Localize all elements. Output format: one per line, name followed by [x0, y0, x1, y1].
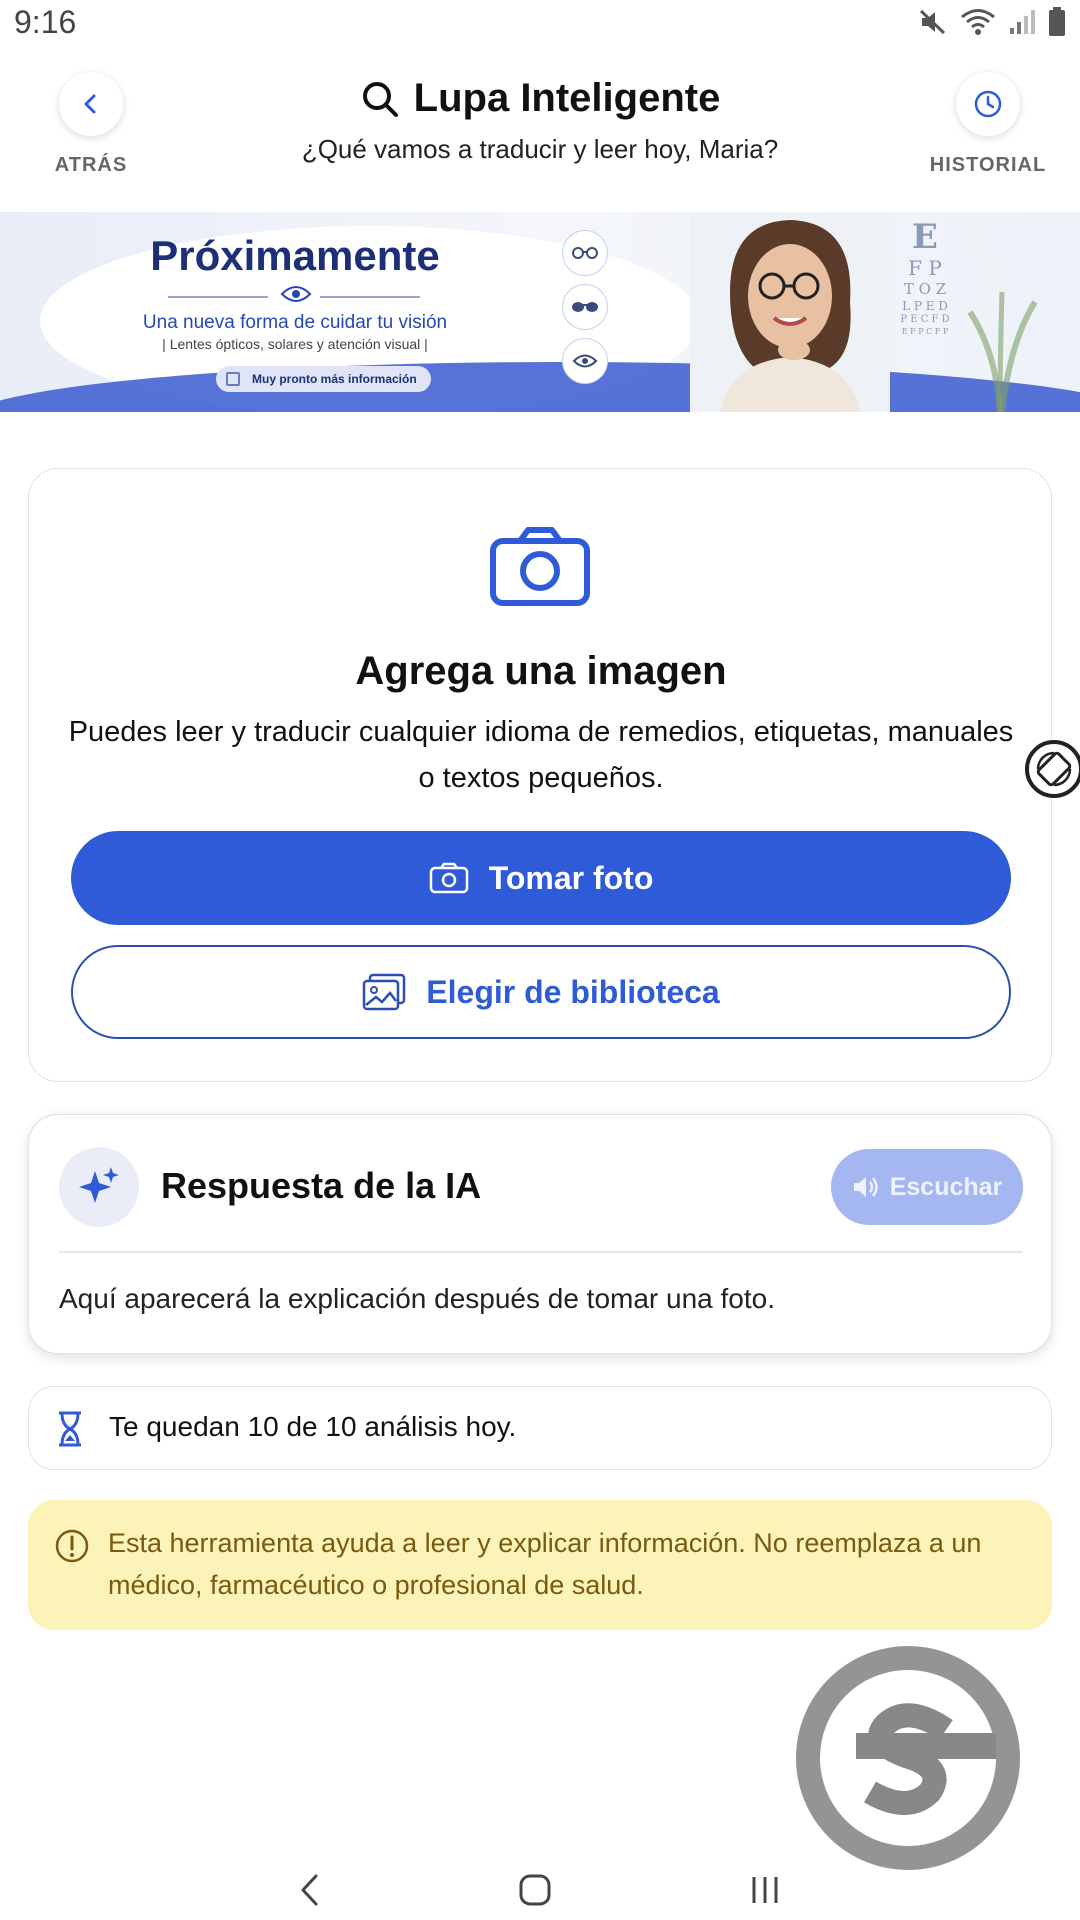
back-nav-icon[interactable]	[298, 1873, 322, 1907]
eye-icon	[280, 286, 312, 302]
status-bar: 9:16	[0, 0, 1080, 44]
ai-response-title: Respuesta de la IA	[161, 1165, 482, 1206]
signal-icon	[1010, 10, 1035, 34]
search-icon	[362, 81, 398, 117]
banner-cta-label: Muy pronto más información	[252, 372, 417, 386]
home-nav-icon[interactable]	[518, 1873, 552, 1907]
banner-cta: Muy pronto más información	[216, 366, 431, 392]
rotate-icon	[1036, 751, 1072, 787]
choose-library-label: Elegir de biblioteca	[426, 973, 720, 1010]
rotate-screen-button[interactable]	[1025, 740, 1080, 798]
banner-divider-right	[320, 296, 420, 298]
banner-tagline: Una nueva forma de cuidar tu visión	[142, 312, 448, 333]
page-title: Lupa Inteligente	[413, 76, 721, 120]
clock-icon	[974, 90, 1002, 118]
eye-chart-row: E	[912, 217, 938, 257]
page-subtitle: ¿Qué vamos a traducir y leer hoy, Maria?	[301, 134, 779, 164]
glasses-feature-icon	[562, 230, 608, 276]
banner-detail: | Lentes ópticos, solares y atención vis…	[162, 336, 428, 352]
disclaimer-text: Esta herramienta ayuda a leer y explicar…	[108, 1528, 982, 1600]
battery-icon	[1049, 7, 1065, 36]
quota-text: Te quedan 10 de 10 análisis hoy.	[109, 1411, 517, 1442]
listen-label: Escuchar	[889, 1172, 1003, 1201]
add-image-title: Agrega una imagen	[355, 649, 727, 693]
eye-care-feature-icon	[562, 338, 608, 384]
take-photo-label: Tomar foto	[488, 859, 654, 896]
sparkles-icon	[79, 1167, 119, 1203]
status-time: 9:16	[14, 3, 77, 40]
plant-image	[967, 291, 1038, 412]
gallery-icon	[363, 973, 406, 1011]
calendar-icon	[226, 372, 240, 386]
medical-disclaimer: Esta herramienta ayuda a leer y explicar…	[28, 1500, 1052, 1630]
listen-button[interactable]: Escuchar	[831, 1149, 1023, 1225]
hourglass-icon	[59, 1411, 81, 1447]
ai-response-card: Respuesta de la IA Escuchar Aquí aparece…	[28, 1114, 1052, 1354]
banner-title: Próximamente	[150, 232, 440, 279]
title-row: Lupa Inteligente	[0, 76, 1080, 121]
divider	[59, 1251, 1023, 1253]
ai-badge	[59, 1147, 139, 1227]
history-label[interactable]: HISTORIAL	[920, 154, 1056, 177]
woman-portrait-image	[690, 212, 890, 412]
mute-icon	[919, 9, 946, 35]
speaker-icon	[853, 1177, 878, 1197]
history-button[interactable]	[956, 72, 1020, 136]
watermark-logo	[796, 1646, 1020, 1870]
status-icons	[918, 7, 1066, 37]
promo-banner[interactable]: Próximamente Una nueva forma de cuidar t…	[0, 212, 1080, 412]
add-image-card: Agrega una imagen Puedes leer y traducir…	[28, 468, 1052, 1082]
banner-divider-left	[168, 296, 268, 298]
recents-nav-icon[interactable]	[748, 1873, 782, 1907]
ai-response-body: Aquí aparecerá la explicación después de…	[59, 1283, 776, 1314]
sunglasses-feature-icon	[562, 284, 608, 330]
wifi-icon	[961, 9, 995, 35]
app-header: ATRÁS Lupa Inteligente ¿Qué vamos a trad…	[0, 60, 1080, 190]
alert-icon	[55, 1529, 89, 1563]
camera-icon	[429, 862, 468, 894]
system-nav-bar	[0, 1860, 1080, 1920]
take-photo-button[interactable]: Tomar foto	[71, 831, 1011, 925]
camera-icon	[490, 527, 590, 606]
choose-library-button[interactable]: Elegir de biblioteca	[71, 945, 1011, 1039]
add-image-description: Puedes leer y traducir cualquier idioma …	[68, 716, 1014, 794]
quota-card: Te quedan 10 de 10 análisis hoy.	[28, 1386, 1052, 1470]
